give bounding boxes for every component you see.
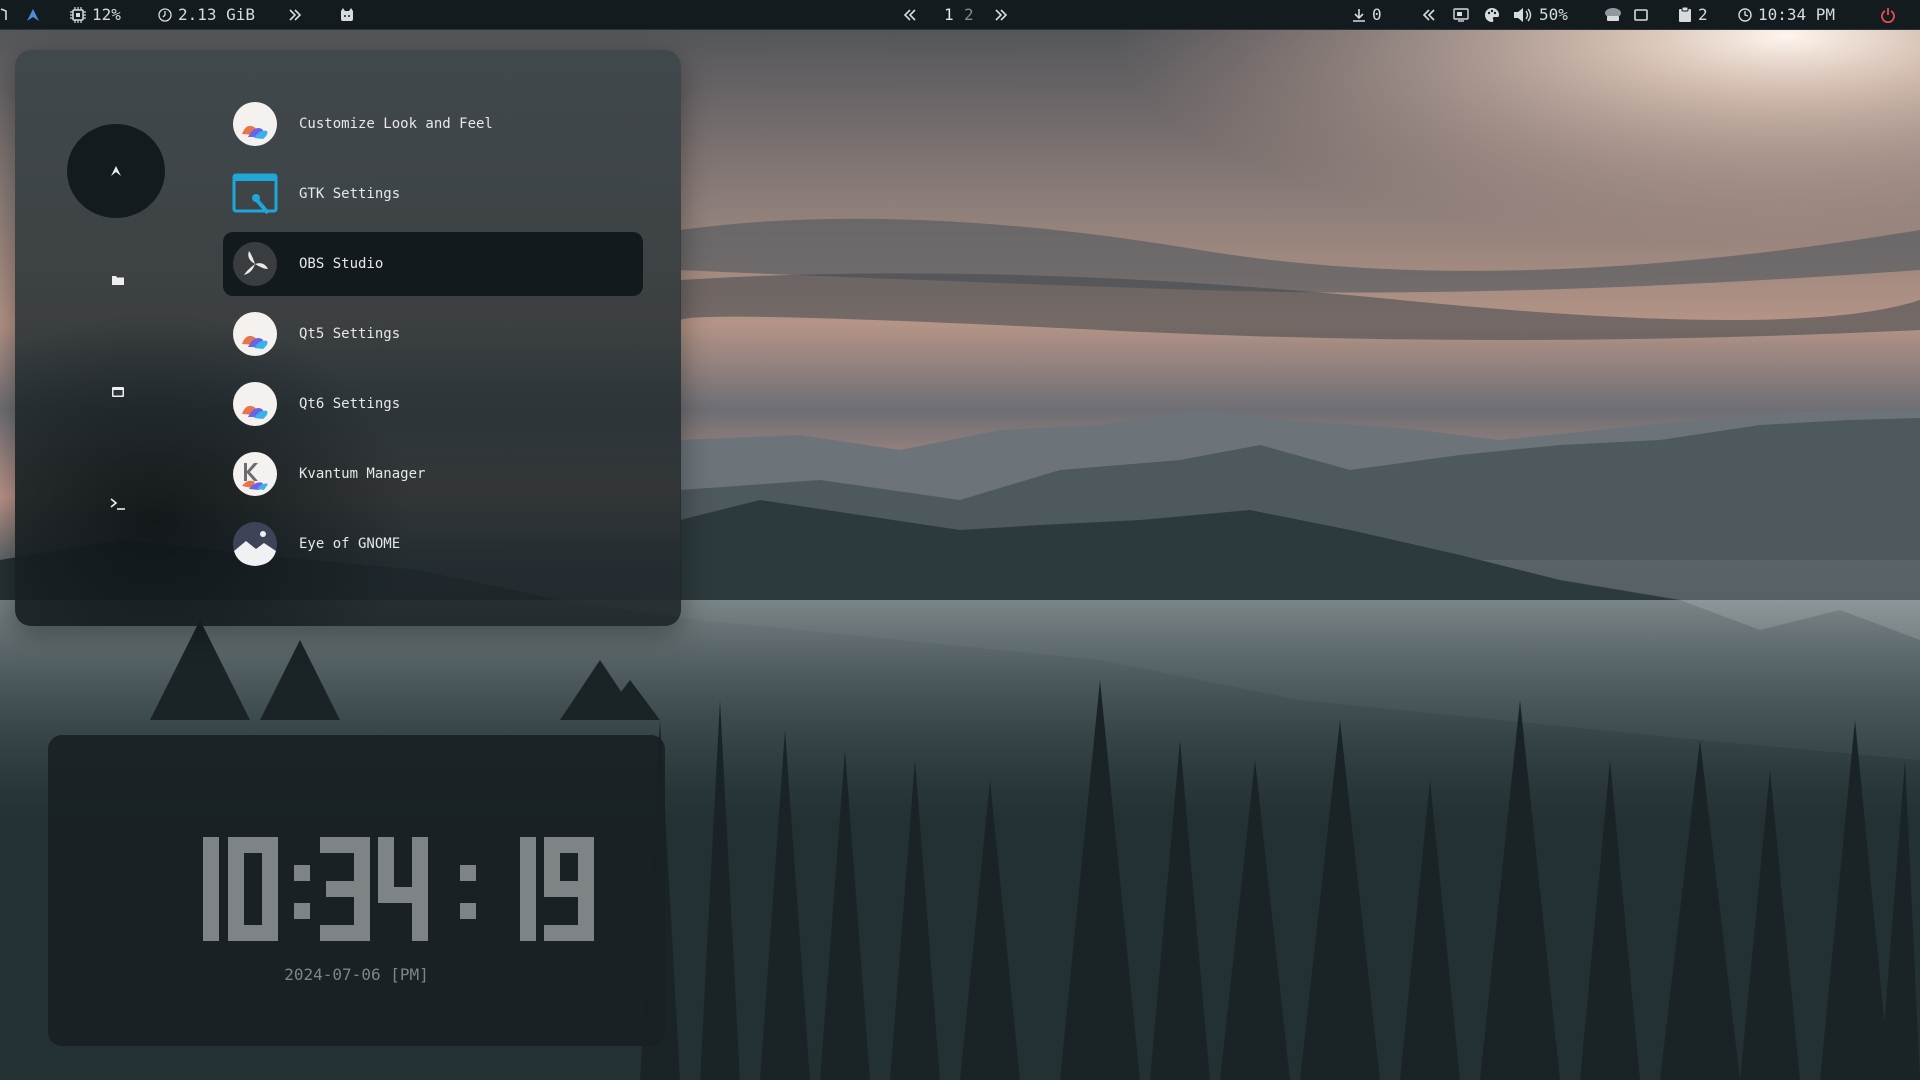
github-cat-icon	[341, 7, 353, 21]
arch-logo-icon	[111, 166, 121, 176]
cpu-icon	[70, 6, 86, 23]
updates-count: 0	[1372, 5, 1382, 24]
clock-icon	[1738, 7, 1752, 22]
windows-button[interactable]	[106, 380, 130, 404]
workspace-2[interactable]: 2	[964, 0, 974, 29]
screenshot-button[interactable]	[1453, 0, 1469, 29]
workspace-next-button[interactable]	[994, 0, 1008, 29]
eye-of-gnome-icon	[233, 522, 277, 566]
clipboard-count: 2	[1698, 5, 1708, 24]
power-button[interactable]	[1880, 0, 1896, 29]
corner-icon	[0, 7, 7, 20]
bar-time: 10:34 PM	[1758, 5, 1836, 24]
top-bar: 12% 2.13 GiB 1 2 0 50% 2 10:34 PM	[0, 0, 1920, 30]
window-icon	[1634, 8, 1648, 21]
chevron-double-left-icon	[1422, 8, 1435, 21]
workspace-2-label: 2	[964, 5, 974, 24]
gtk-settings-icon	[232, 173, 278, 215]
network-icon	[1605, 7, 1621, 21]
workspace-1-label: 1	[944, 5, 954, 24]
chevron-double-left-icon	[903, 8, 916, 21]
terminal-icon	[110, 498, 125, 510]
clock-widget-bar[interactable]: 10:34 PM	[1738, 0, 1835, 29]
workspace-1[interactable]: 1	[944, 0, 954, 29]
qt6-settings-icon	[233, 382, 277, 426]
terminal-button[interactable]	[106, 492, 130, 516]
app-label: Customize Look and Feel	[299, 116, 493, 132]
app-item-kvantum-manager[interactable]: Kvantum Manager	[223, 442, 643, 506]
app-label: Qt6 Settings	[299, 396, 401, 412]
chevron-double-right-icon	[995, 8, 1008, 21]
window-icon	[112, 387, 124, 397]
clock-widget: 2024-07-06 [PM]	[48, 735, 665, 1046]
clock-time-display	[203, 837, 594, 941]
obs-studio-icon	[233, 242, 277, 286]
app-item-eye-of-gnome[interactable]: Eye of GNOME	[223, 512, 643, 576]
app-item-qt5-settings[interactable]: Qt5 Settings	[223, 302, 643, 366]
app-launcher: Customize Look and Feel GTK Settings OBS…	[15, 50, 681, 626]
memory-icon	[158, 7, 172, 22]
palette-icon	[1485, 7, 1499, 22]
network-widget[interactable]	[1604, 0, 1622, 29]
window-button[interactable]	[1634, 0, 1648, 29]
screenshot-icon	[1453, 7, 1469, 22]
app-label: Eye of GNOME	[299, 536, 401, 552]
app-label: GTK Settings	[299, 186, 401, 202]
github-button[interactable]	[339, 0, 355, 29]
app-item-qt6-settings[interactable]: Qt6 Settings	[223, 372, 643, 436]
files-button[interactable]	[106, 268, 130, 292]
power-icon	[1881, 7, 1895, 23]
memory-widget[interactable]: 2.13 GiB	[158, 0, 255, 29]
qt5-settings-icon	[233, 312, 277, 356]
expand-left-button[interactable]	[288, 0, 302, 29]
clipboard-widget[interactable]: 2	[1678, 0, 1708, 29]
app-label: OBS Studio	[299, 256, 384, 272]
app-item-gtk-settings[interactable]: GTK Settings	[223, 162, 643, 226]
volume-percent: 50%	[1539, 5, 1568, 24]
app-label: Kvantum Manager	[299, 466, 426, 482]
theme-button[interactable]	[1484, 0, 1500, 29]
launcher-arch-icon[interactable]	[26, 8, 40, 22]
volume-widget[interactable]: 50%	[1513, 0, 1568, 29]
clock-date: 2024-07-06 [PM]	[284, 965, 429, 984]
app-item-obs-studio[interactable]: OBS Studio	[223, 232, 643, 296]
top-bar-left	[0, 0, 40, 29]
user-avatar-button[interactable]	[67, 124, 165, 218]
app-list: Customize Look and Feel GTK Settings OBS…	[223, 92, 643, 582]
look-and-feel-icon	[233, 102, 277, 146]
cpu-percent: 12%	[92, 5, 121, 24]
cpu-widget[interactable]: 12%	[70, 0, 121, 29]
workspace-prev-button[interactable]	[903, 0, 917, 29]
tray-collapse-button[interactable]	[1422, 0, 1436, 29]
volume-icon	[1514, 7, 1532, 22]
app-item-customize-look-and-feel[interactable]: Customize Look and Feel	[223, 92, 643, 156]
chevron-double-right-icon	[289, 8, 302, 21]
app-label: Qt5 Settings	[299, 326, 401, 342]
memory-usage: 2.13 GiB	[178, 5, 256, 24]
updates-widget[interactable]: 0	[1352, 0, 1382, 29]
folder-icon	[112, 276, 124, 285]
kvantum-manager-icon	[233, 452, 277, 496]
clipboard-icon	[1679, 6, 1691, 22]
download-icon	[1353, 8, 1365, 22]
